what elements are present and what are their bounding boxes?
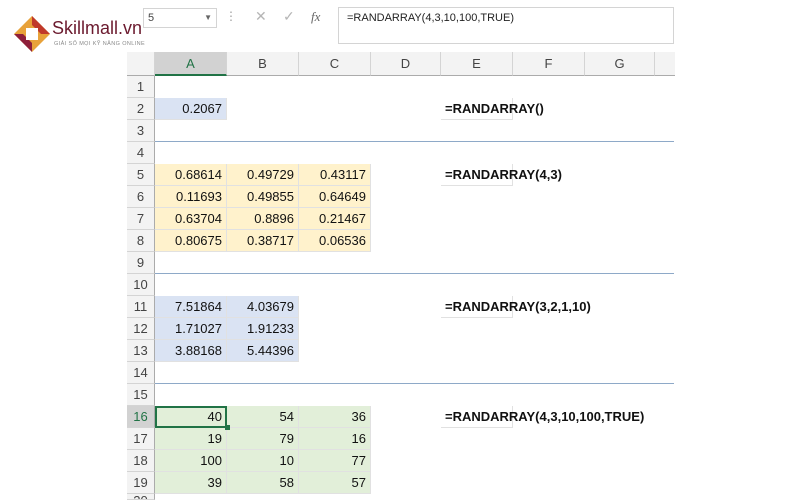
row-header-17[interactable]: 17 <box>127 428 155 450</box>
row-header-16[interactable]: 16 <box>127 406 155 428</box>
column-header-g[interactable]: G <box>585 52 655 76</box>
more-options-icon[interactable]: ⋮ <box>225 9 237 23</box>
logo-text: Skillmall.vn <box>52 18 143 38</box>
cell-a11[interactable]: 7.51864 <box>155 296 227 318</box>
insert-function-icon[interactable]: fx <box>311 9 320 25</box>
cell-b16[interactable]: 54 <box>227 406 299 428</box>
column-header-d[interactable]: D <box>371 52 441 76</box>
row-header-9[interactable]: 9 <box>127 252 155 274</box>
formula-bar-controls: ✕ ✓ fx <box>245 8 337 28</box>
cell-a17[interactable]: 19 <box>155 428 227 450</box>
cell-a18[interactable]: 100 <box>155 450 227 472</box>
cell-e11[interactable]: =RANDARRAY(3,2,1,10) <box>441 296 591 318</box>
cell-b11[interactable]: 4.03679 <box>227 296 299 318</box>
cell-b8[interactable]: 0.38717 <box>227 230 299 252</box>
row-header-12[interactable]: 12 <box>127 318 155 340</box>
row-header-3[interactable]: 3 <box>127 120 155 142</box>
select-all-corner[interactable] <box>127 52 155 76</box>
fill-handle[interactable] <box>225 425 230 430</box>
column-header-b[interactable]: B <box>227 52 299 76</box>
row-header-7[interactable]: 7 <box>127 208 155 230</box>
logo-tagline: GIẢI SỐ MỌI KỸ NĂNG ONLINE <box>54 41 146 47</box>
cell-b5[interactable]: 0.49729 <box>227 164 299 186</box>
row-header-15[interactable]: 15 <box>127 384 155 406</box>
row-header-11[interactable]: 11 <box>127 296 155 318</box>
row-header-20[interactable]: 20 <box>127 494 155 500</box>
block-separator <box>155 383 674 384</box>
cell-b7[interactable]: 0.8896 <box>227 208 299 230</box>
row-header-10[interactable]: 10 <box>127 274 155 296</box>
enter-check-icon[interactable]: ✓ <box>283 8 295 25</box>
column-header-a[interactable]: A <box>155 52 227 76</box>
cell-c6[interactable]: 0.64649 <box>299 186 371 208</box>
column-header-e[interactable]: E <box>441 52 513 76</box>
cell-c19[interactable]: 57 <box>299 472 371 494</box>
name-box[interactable]: 5 ▼ <box>143 8 217 28</box>
cell-a8[interactable]: 0.80675 <box>155 230 227 252</box>
row-header-18[interactable]: 18 <box>127 450 155 472</box>
cell-c18[interactable]: 77 <box>299 450 371 472</box>
row-header-1[interactable]: 1 <box>127 76 155 98</box>
column-header-c[interactable]: C <box>299 52 371 76</box>
column-header-overflow <box>655 52 675 76</box>
cell-e16[interactable]: =RANDARRAY(4,3,10,100,TRUE) <box>441 406 644 428</box>
block-separator <box>155 141 674 142</box>
cell-b18[interactable]: 10 <box>227 450 299 472</box>
formula-input[interactable]: =RANDARRAY(4,3,10,100,TRUE) <box>338 7 674 44</box>
row-header-2[interactable]: 2 <box>127 98 155 120</box>
cell-e2[interactable]: =RANDARRAY() <box>441 98 544 120</box>
row-header-5[interactable]: 5 <box>127 164 155 186</box>
row-header-6[interactable]: 6 <box>127 186 155 208</box>
row-header-4[interactable]: 4 <box>127 142 155 164</box>
cell-b13[interactable]: 5.44396 <box>227 340 299 362</box>
cell-e5[interactable]: =RANDARRAY(4,3) <box>441 164 562 186</box>
cell-c5[interactable]: 0.43117 <box>299 164 371 186</box>
chevron-down-icon[interactable]: ▼ <box>204 13 212 22</box>
cell-a19[interactable]: 39 <box>155 472 227 494</box>
row-header-14[interactable]: 14 <box>127 362 155 384</box>
column-header-f[interactable]: F <box>513 52 585 76</box>
cell-b12[interactable]: 1.91233 <box>227 318 299 340</box>
cell-a2[interactable]: 0.2067 <box>155 98 227 120</box>
row-header-19[interactable]: 19 <box>127 472 155 494</box>
cell-b17[interactable]: 79 <box>227 428 299 450</box>
row-header-13[interactable]: 13 <box>127 340 155 362</box>
cell-a16-active[interactable]: 40 <box>155 406 227 428</box>
cell-c17[interactable]: 16 <box>299 428 371 450</box>
skillmall-logo: Skillmall.vn GIẢI SỐ MỌI KỸ NĂNG ONLINE <box>12 10 146 56</box>
skillmall-logo-icon <box>14 16 50 52</box>
cell-a12[interactable]: 1.71027 <box>155 318 227 340</box>
formula-text: =RANDARRAY(4,3,10,100,TRUE) <box>347 12 514 24</box>
cell-b19[interactable]: 58 <box>227 472 299 494</box>
cell-c16[interactable]: 36 <box>299 406 371 428</box>
cell-b6[interactable]: 0.49855 <box>227 186 299 208</box>
cell-a6[interactable]: 0.11693 <box>155 186 227 208</box>
block-separator <box>155 273 674 274</box>
cell-a7[interactable]: 0.63704 <box>155 208 227 230</box>
row-header-8[interactable]: 8 <box>127 230 155 252</box>
cell-a5[interactable]: 0.68614 <box>155 164 227 186</box>
name-box-value: 5 <box>148 12 155 24</box>
cancel-icon[interactable]: ✕ <box>255 8 267 25</box>
cell-c8[interactable]: 0.06536 <box>299 230 371 252</box>
cell-c7[interactable]: 0.21467 <box>299 208 371 230</box>
cell-a13[interactable]: 3.88168 <box>155 340 227 362</box>
